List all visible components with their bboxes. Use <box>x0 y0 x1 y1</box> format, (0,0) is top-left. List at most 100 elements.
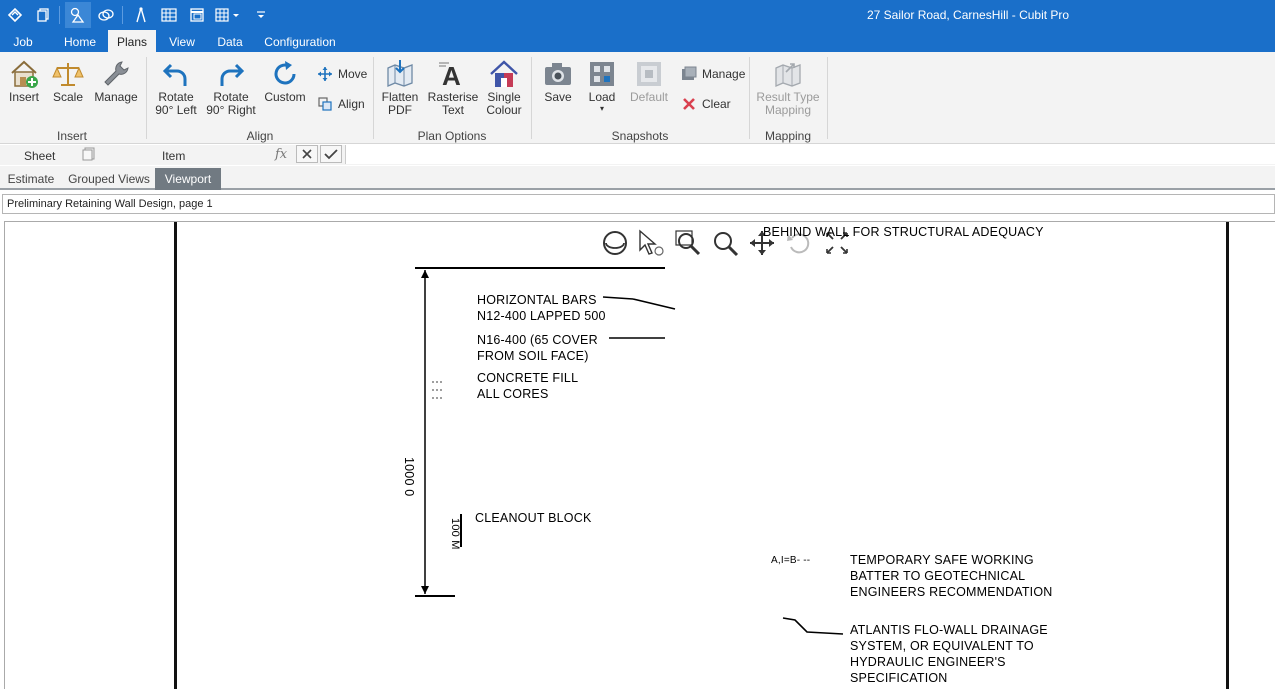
tab-view[interactable]: View <box>162 30 202 52</box>
ribbon-tabs: Job Home Plans View Data Configuration <box>0 30 1275 52</box>
copy-pages-icon[interactable] <box>30 2 56 28</box>
orbit-icon[interactable] <box>600 228 630 258</box>
note-temporary-3: ENGINEERS RECOMMENDATION <box>850 585 1053 599</box>
rotate-left-button[interactable]: Rotate 90° Left <box>152 57 200 117</box>
tab-data[interactable]: Data <box>210 30 250 52</box>
tab-home[interactable]: Home <box>58 30 102 52</box>
ribbon: Insert Scale Manage Insert Rotate 90° Le… <box>0 52 1275 144</box>
customize-icon[interactable] <box>248 2 274 28</box>
note-horizontal-bars-2: N12-400 LAPPED 500 <box>477 309 606 323</box>
tab-plans[interactable]: Plans <box>108 30 156 52</box>
snapshot-manage-button[interactable]: Manage <box>680 66 745 82</box>
load-snapshot-icon <box>582 57 622 91</box>
scale-button[interactable]: Scale <box>48 57 88 104</box>
shapes-icon[interactable] <box>65 2 91 28</box>
item-label: Item <box>162 149 186 163</box>
measure-icon[interactable] <box>128 2 154 28</box>
dimension-main: 1000 0 <box>402 457 416 497</box>
note-cleanout-block: CLEANOUT BLOCK <box>475 511 592 525</box>
note-atlantis-2: SYSTEM, OR EQUIVALENT TO <box>850 639 1034 653</box>
zoom-icon[interactable] <box>710 228 740 258</box>
check-icon <box>324 149 338 160</box>
snapshot-default-button: Default <box>626 57 672 104</box>
note-n16-1: N16-400 (65 COVER <box>477 333 598 347</box>
manage-snapshots-icon <box>680 66 698 82</box>
zoom-window-icon[interactable] <box>673 228 703 258</box>
flatten-pdf-icon <box>378 57 422 91</box>
manage-plans-button[interactable]: Manage <box>92 57 140 104</box>
rasterise-text-icon: A <box>426 57 480 91</box>
cubit-logo-icon[interactable] <box>2 2 28 28</box>
drawing-note-header: BEHIND WALL FOR STRUCTURAL ADEQUACY <box>763 225 1044 239</box>
fx-icon: fx <box>275 147 288 162</box>
snapshot-save-button[interactable]: Save <box>538 57 578 104</box>
flatten-pdf-button[interactable]: Flatten PDF <box>378 57 422 117</box>
note-atlantis-3: HYDRAULIC ENGINEER'S <box>850 655 1006 669</box>
scale-icon <box>48 57 88 91</box>
formula-bar: Sheet Item fx <box>0 145 1275 165</box>
view-tabs: Estimate Grouped Views Viewport <box>0 166 1275 190</box>
cancel-edit-button[interactable] <box>296 145 318 163</box>
note-concrete-2: ALL CORES <box>477 387 549 401</box>
insert-plan-icon <box>2 57 46 91</box>
tab-grouped-views[interactable]: Grouped Views <box>64 168 154 190</box>
title-bar: 27 Sailor Road, CarnesHill - Cubit Pro <box>0 0 1275 30</box>
map-icon <box>752 57 824 91</box>
grid-icon[interactable] <box>212 2 246 28</box>
clear-x-icon <box>680 96 698 112</box>
rotate-left-icon <box>152 57 200 91</box>
tab-estimate[interactable]: Estimate <box>4 168 58 190</box>
layers-icon[interactable] <box>93 2 119 28</box>
cancel-x-icon <box>302 149 312 159</box>
group-label-snapshots: Snapshots <box>611 129 669 143</box>
tab-job[interactable]: Job <box>6 30 40 52</box>
group-label-align: Align <box>246 129 274 143</box>
result-type-mapping-button: Result Type Mapping <box>752 57 824 117</box>
rasterise-text-button[interactable]: A Rasterise Text <box>426 57 480 117</box>
table-icon[interactable] <box>156 2 182 28</box>
note-temporary-2: BATTER TO GEOTECHNICAL <box>850 569 1026 583</box>
note-concrete-1: CONCRETE FILL <box>477 371 579 385</box>
document-name-field[interactable]: Preliminary Retaining Wall Design, page … <box>2 194 1275 214</box>
note-n16-2: FROM SOIL FACE) <box>477 349 589 363</box>
align-icon <box>316 96 334 112</box>
plan-viewport[interactable]: BEHIND WALL FOR STRUCTURAL ADEQUACY HORI… <box>4 221 1275 689</box>
window-title: 27 Sailor Road, CarnesHill - Cubit Pro <box>867 8 1070 22</box>
quick-access-toolbar <box>0 0 274 30</box>
move-button[interactable]: Move <box>316 66 367 82</box>
formula-input[interactable] <box>345 145 1275 164</box>
rotate-right-icon <box>205 57 257 91</box>
note-atlantis-1: ATLANTIS FLO-WALL DRAINAGE <box>850 623 1048 637</box>
sheet-icon[interactable] <box>82 147 96 164</box>
confirm-edit-button[interactable] <box>320 145 342 163</box>
svg-text:A: A <box>442 61 461 90</box>
sheet-label: Sheet <box>24 149 56 163</box>
snapshot-load-button[interactable]: Load ▾ <box>582 57 622 114</box>
group-label-mapping: Mapping <box>764 129 812 143</box>
tab-viewport[interactable]: Viewport <box>155 168 221 190</box>
rotate-custom-icon <box>262 57 308 91</box>
wrench-icon <box>92 57 140 91</box>
align-button[interactable]: Align <box>316 96 365 112</box>
leader-label: A,I=B- -- <box>771 555 811 566</box>
group-label-insert: Insert <box>56 129 87 143</box>
note-atlantis-4: SPECIFICATION <box>850 671 948 685</box>
dimension-small: 100 M <box>449 518 461 550</box>
default-snapshot-icon <box>626 57 672 91</box>
window-icon[interactable] <box>184 2 210 28</box>
select-icon[interactable] <box>636 228 666 258</box>
group-label-plan-options: Plan Options <box>417 129 487 143</box>
dropdown-arrow-icon: ▾ <box>599 104 604 113</box>
camera-icon <box>538 57 578 91</box>
tab-configuration[interactable]: Configuration <box>258 30 342 52</box>
single-colour-icon <box>482 57 526 91</box>
move-icon <box>316 66 334 82</box>
note-temporary-1: TEMPORARY SAFE WORKING <box>850 553 1034 567</box>
drawing-lines <box>415 267 844 635</box>
rotate-right-button[interactable]: Rotate 90° Right <box>205 57 257 117</box>
custom-rotate-button[interactable]: Custom <box>262 57 308 104</box>
snapshot-clear-button[interactable]: Clear <box>680 96 731 112</box>
insert-button[interactable]: Insert <box>2 57 46 104</box>
single-colour-button[interactable]: Single Colour <box>482 57 526 117</box>
note-horizontal-bars-1: HORIZONTAL BARS <box>477 293 597 307</box>
